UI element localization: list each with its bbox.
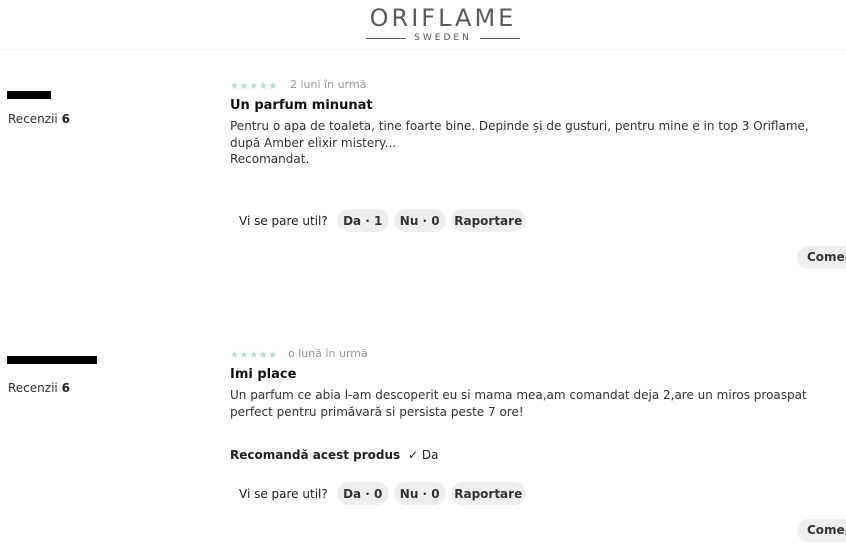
review-count-label: Recenzii <box>8 381 58 395</box>
star-icon: ★ <box>230 81 239 92</box>
review-count-value: 6 <box>61 112 70 126</box>
author-review-count: Recenzii 6 <box>8 381 70 395</box>
review-date: 2 luni în urmă <box>290 78 367 91</box>
site-header: ORIFLAME SWEDEN <box>0 0 846 50</box>
star-icon: ★ <box>249 81 259 92</box>
star-icon: ★ <box>258 350 268 361</box>
logo-wordmark: ORIFLAME <box>369 4 517 32</box>
comment-button[interactable]: Comen <box>797 246 846 269</box>
oriflame-logo[interactable]: ORIFLAME SWEDEN <box>358 4 528 43</box>
logo-tagline-row: SWEDEN <box>358 33 528 43</box>
checkmark-icon: ✓ <box>408 448 419 462</box>
comment-button[interactable]: Comen <box>797 519 846 542</box>
rating-stars: ★ ★ ★ ★ ★ <box>230 351 278 361</box>
logo-divider-right <box>479 37 520 39</box>
star-icon: ★ <box>268 350 278 361</box>
review-date: o lună în urmă <box>288 347 368 360</box>
star-icon: ★ <box>258 81 268 92</box>
author-review-count: Recenzii 6 <box>8 112 70 126</box>
vote-yes-button[interactable]: Da · 1 <box>336 209 389 232</box>
vote-no-button[interactable]: Nu · 0 <box>393 482 446 505</box>
author-name-redacted <box>7 356 97 364</box>
review-body: Un parfum ce abia l-am descoperit eu si … <box>230 387 830 420</box>
review-body-extra: Recomandat. <box>230 152 310 166</box>
author-name-redacted <box>7 91 51 99</box>
star-icon: ★ <box>239 350 249 361</box>
recommend-product: Recomandă acest produs ✓ Da <box>230 448 439 462</box>
report-button[interactable]: Raportare <box>450 482 526 505</box>
helpful-vote-row: Vi se pare util? Da · 0 Nu · 0 Raportare <box>239 482 531 505</box>
review-count-label: Recenzii <box>8 112 58 126</box>
review-body-text: Pentru o apa de toaleta, tine foarte bin… <box>230 119 809 150</box>
review-body: Pentru o apa de toaleta, tine foarte bin… <box>230 118 830 168</box>
logo-divider-left <box>366 37 407 39</box>
vote-yes-button[interactable]: Da · 0 <box>336 482 389 505</box>
star-icon: ★ <box>249 350 259 361</box>
review-title: Un parfum minunat <box>230 98 373 113</box>
recommend-value: Da <box>421 448 439 462</box>
report-button[interactable]: Raportare <box>450 209 526 232</box>
review-title: Imi place <box>230 367 297 382</box>
star-icon: ★ <box>268 81 278 92</box>
rating-stars: ★ ★ ★ ★ ★ <box>230 82 278 92</box>
logo-tagline: SWEDEN <box>414 33 472 43</box>
helpful-question: Vi se pare util? <box>239 486 328 501</box>
star-icon: ★ <box>230 350 239 361</box>
recommend-label: Recomandă acest produs <box>230 448 401 462</box>
review-count-value: 6 <box>61 381 70 395</box>
vote-no-button[interactable]: Nu · 0 <box>393 209 446 232</box>
helpful-vote-row: Vi se pare util? Da · 1 Nu · 0 Raportare <box>239 209 531 232</box>
star-icon: ★ <box>239 81 249 92</box>
helpful-question: Vi se pare util? <box>239 213 328 228</box>
review-body-text: Un parfum ce abia l-am descoperit eu si … <box>230 388 807 419</box>
